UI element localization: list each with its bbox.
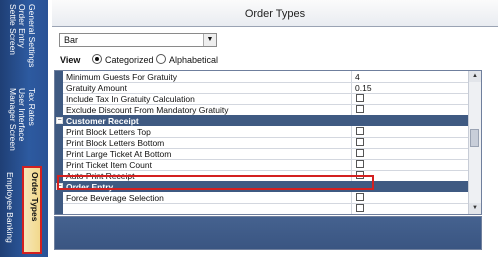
property-checkbox[interactable]: [356, 204, 364, 212]
property-value-cell: [351, 159, 470, 170]
radio-alphabetical[interactable]: [156, 54, 166, 64]
radio-alphabetical-label[interactable]: Alphabetical: [169, 55, 218, 65]
row-gutter: [55, 71, 63, 82]
sidebar-tab-line: User Interface: [17, 88, 28, 142]
property-name: Gratuity Amount: [66, 83, 127, 93]
sidebar-tab-line: Settle Screen: [8, 4, 18, 56]
property-name: Print Ticket Item Count: [66, 160, 152, 170]
chevron-down-icon: ▼: [203, 34, 216, 46]
property-value-cell: [351, 137, 470, 148]
property-checkbox[interactable]: [356, 160, 364, 168]
sidebar-tab-line: Order Types: [30, 172, 40, 222]
property-name: Force Beverage Selection: [66, 193, 164, 203]
property-checkbox[interactable]: [356, 127, 364, 135]
property-value: 0.15: [355, 83, 372, 93]
row-gutter: [55, 126, 63, 137]
property-name: Print Block Letters Bottom: [66, 138, 165, 148]
property-value-cell: [351, 203, 470, 214]
scrollbar-thumb[interactable]: [470, 129, 479, 147]
property-name: Exclude Discount From Mandatory Gratuity: [66, 105, 229, 115]
page-title: Order Types: [244, 8, 306, 20]
row-gutter: [55, 93, 63, 104]
sidebar-tab-line: Employee Banking: [5, 172, 15, 243]
row-gutter: [55, 192, 63, 203]
scroll-down-icon[interactable]: ▼: [469, 203, 481, 214]
row-gutter: [55, 82, 63, 93]
row-gutter: [55, 104, 63, 115]
sidebar-tab-line: Tax Rates: [27, 88, 37, 126]
sidebar-tab-general-settings[interactable]: General Settings Order Entry Settle Scre…: [8, 4, 37, 67]
category-header-customer-receipt[interactable]: − Customer Receipt: [55, 115, 469, 126]
row-gutter: [55, 137, 63, 148]
category-name: Customer Receipt: [66, 116, 139, 126]
property-value-cell: [351, 126, 470, 137]
property-value: 4: [355, 72, 360, 82]
sidebar-tab-line: Order Entry: [17, 4, 28, 48]
property-value-cell[interactable]: 0.15: [351, 82, 470, 93]
grid-scrollbar[interactable]: ▲ ▼: [468, 71, 481, 214]
property-value-cell: [351, 148, 470, 159]
sidebar-tab-line: General Settings: [27, 4, 37, 68]
radio-categorized-label[interactable]: Categorized: [105, 55, 154, 65]
sidebar-tab-employee-banking[interactable]: Employee Banking: [5, 172, 15, 243]
order-types-panel: Order Types Bar ▼ View Categorized Alpha…: [52, 0, 498, 257]
order-type-value: Bar: [64, 35, 79, 45]
view-label: View: [60, 55, 81, 65]
property-grid: Minimum Guests For Gratuity 4 Gratuity A…: [54, 70, 482, 215]
row-gutter: [55, 159, 63, 170]
property-name: Minimum Guests For Gratuity: [66, 72, 177, 82]
scroll-up-icon[interactable]: ▲: [469, 71, 481, 82]
property-value-cell: [351, 104, 470, 115]
property-name: Print Block Letters Top: [66, 127, 151, 137]
settings-sidebar: General Settings Order Entry Settle Scre…: [0, 0, 48, 257]
property-checkbox[interactable]: [356, 149, 364, 157]
property-value-cell: [351, 192, 470, 203]
property-checkbox[interactable]: [356, 105, 364, 113]
row-gutter: [55, 148, 63, 159]
sidebar-tab-line: Manager Screen: [8, 88, 18, 151]
property-checkbox[interactable]: [356, 138, 364, 146]
property-checkbox[interactable]: [356, 94, 364, 102]
property-value-cell: [351, 93, 470, 104]
highlight-box-auto-print-receipt: [57, 175, 374, 190]
radio-categorized[interactable]: [92, 54, 102, 64]
sidebar-tab-order-types[interactable]: Order Types: [22, 166, 42, 254]
row-gutter: [55, 203, 63, 214]
order-type-dropdown[interactable]: Bar ▼: [59, 33, 217, 47]
title-bar: Order Types: [52, 0, 498, 27]
grid-row[interactable]: [55, 203, 470, 214]
property-value-cell[interactable]: 4: [351, 71, 470, 82]
collapse-icon[interactable]: −: [56, 117, 63, 124]
property-checkbox[interactable]: [356, 193, 364, 201]
property-name: Include Tax In Gratuity Calculation: [66, 94, 195, 104]
description-panel: [54, 216, 482, 250]
property-name: Print Large Ticket At Bottom: [66, 149, 172, 159]
sidebar-tab-tax-rates[interactable]: Tax Rates User Interface Manager Screen: [8, 88, 37, 151]
